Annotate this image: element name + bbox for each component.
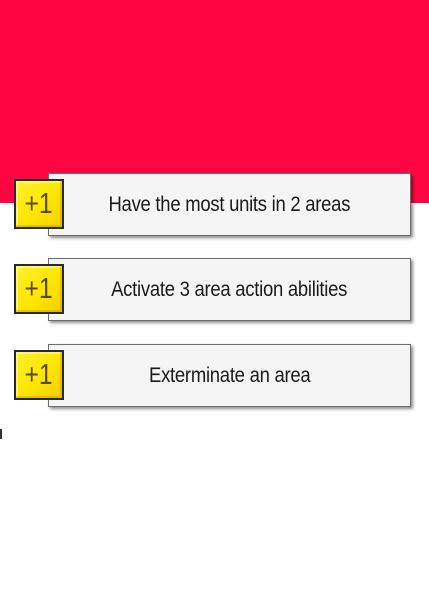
points-badge: +1 — [14, 350, 64, 400]
objective-row-1: Have the most units in 2 areas +1 — [0, 173, 429, 239]
objective-row-2: Activate 3 area action abilities +1 — [0, 258, 429, 324]
objective-text: Have the most units in 2 areas — [108, 192, 351, 216]
objective-card: Activate 3 area action abilities — [48, 258, 411, 321]
objective-text: Activate 3 area action abilities — [111, 277, 348, 301]
points-value: +1 — [24, 358, 54, 391]
points-value: +1 — [24, 187, 54, 220]
objective-row-3: Exterminate an area +1 — [0, 344, 429, 410]
points-badge: +1 — [14, 264, 64, 314]
objective-card: Have the most units in 2 areas — [48, 173, 411, 236]
edge-mark — [0, 429, 2, 439]
objective-card: Exterminate an area — [48, 344, 411, 407]
points-value: +1 — [24, 272, 54, 305]
objective-text: Exterminate an area — [148, 363, 311, 387]
points-badge: +1 — [14, 179, 64, 229]
